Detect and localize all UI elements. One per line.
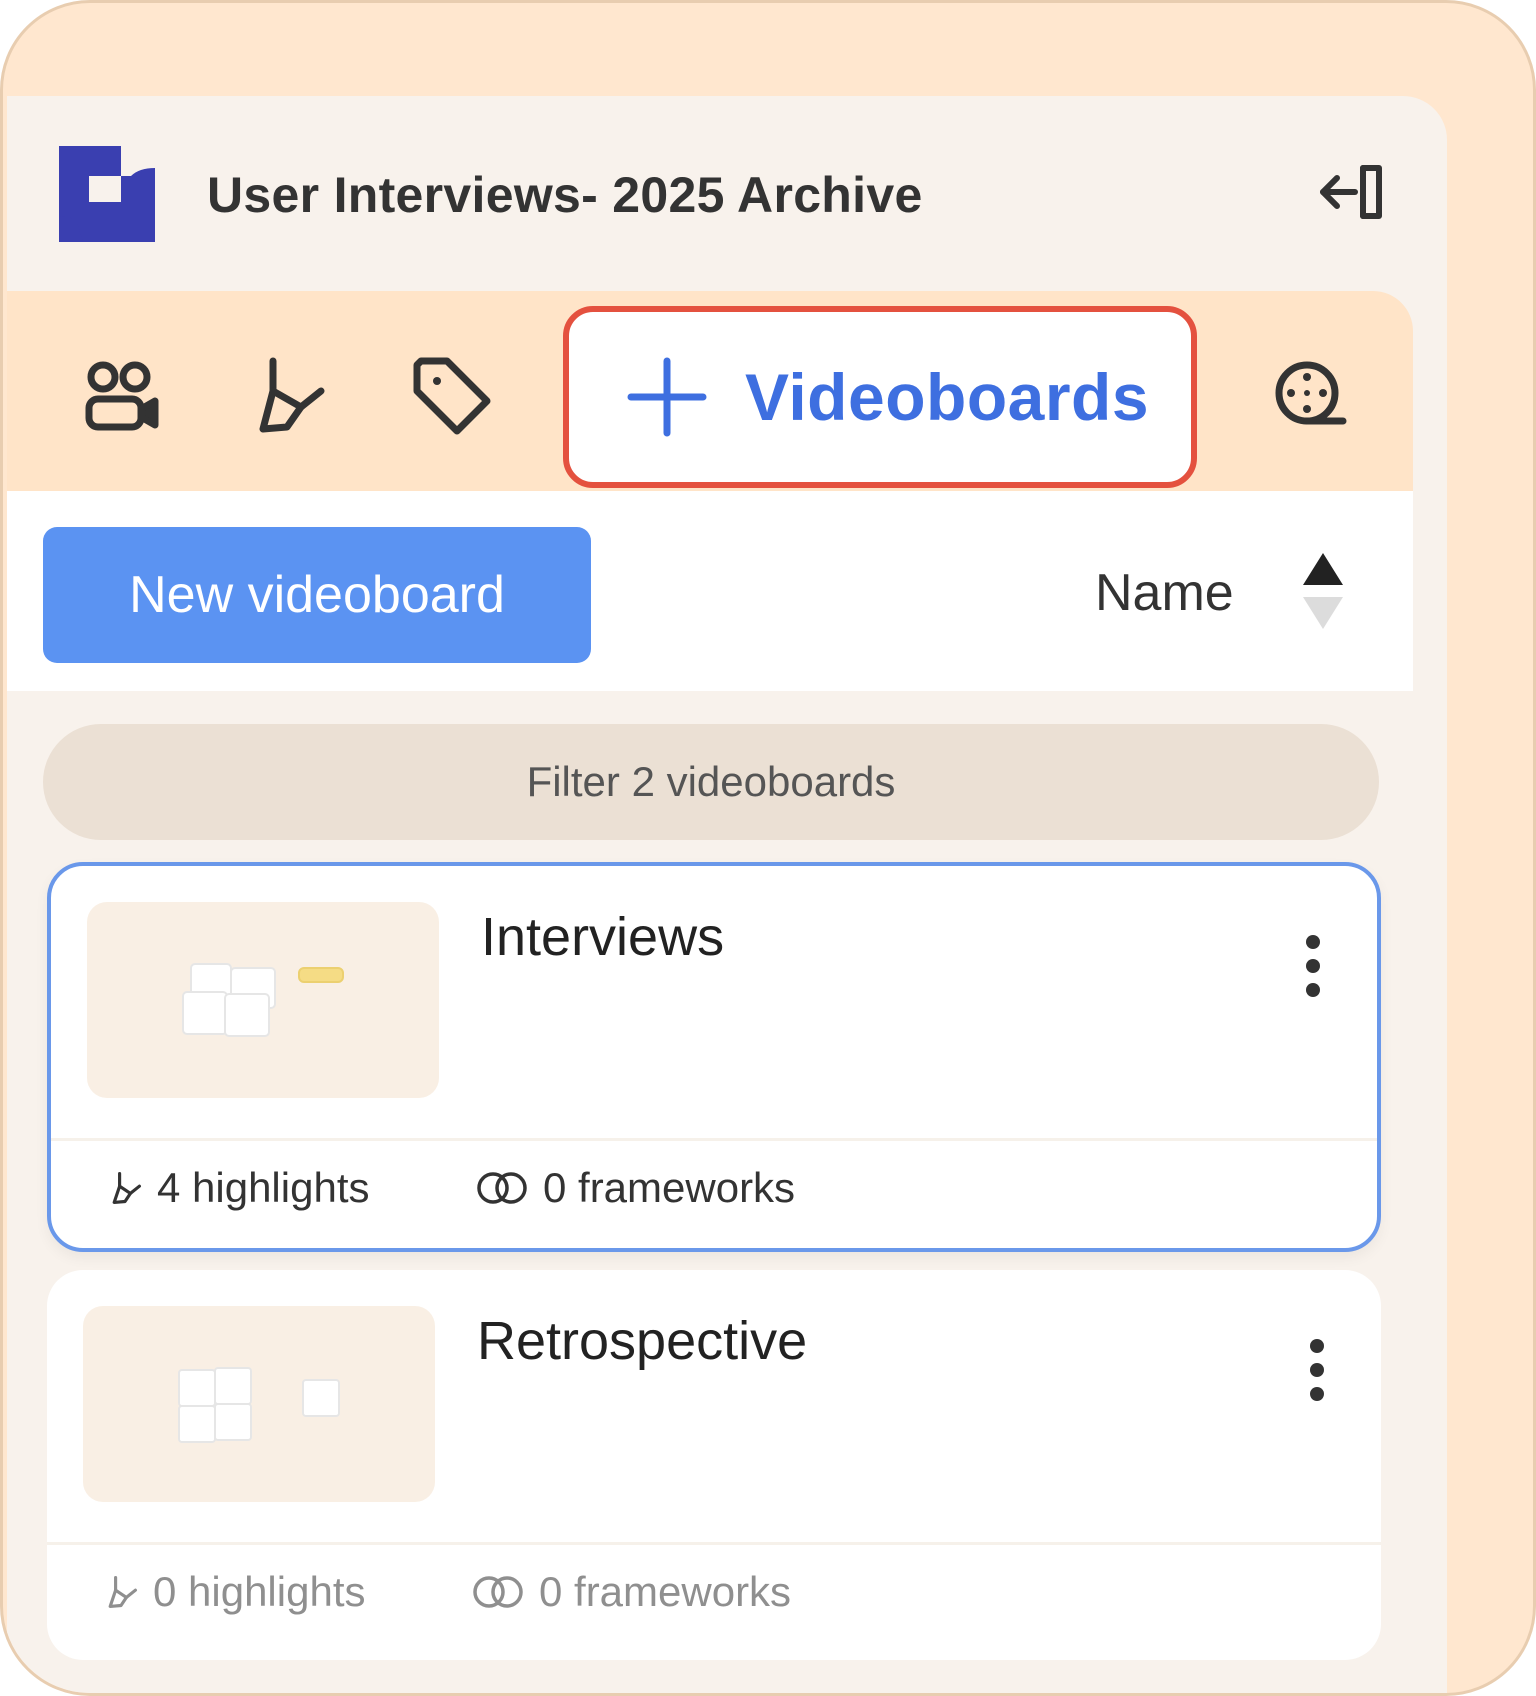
framework-count-text: 0 frameworks — [543, 1164, 796, 1211]
highlight-count: 0 highlights — [103, 1568, 365, 1616]
tab-videoboards-label: Videoboards — [745, 360, 1150, 434]
collapse-sidebar-icon[interactable] — [1317, 160, 1389, 224]
videoboard-card[interactable]: Interviews 4 highlights 0 frameworks — [47, 862, 1381, 1252]
card-divider — [47, 1542, 1381, 1545]
videoboard-thumbnail — [87, 902, 439, 1098]
card-divider — [51, 1138, 1377, 1141]
brand-logo — [59, 146, 155, 242]
videoboard-title[interactable]: Retrospective — [477, 1310, 807, 1372]
framework-count-text: 0 frameworks — [539, 1568, 792, 1615]
videoboard-card[interactable]: Retrospective 0 highlights 0 frameworks — [47, 1270, 1381, 1660]
frameworks-icon — [473, 1576, 523, 1608]
participants-icon[interactable] — [77, 351, 167, 441]
videoboard-title[interactable]: Interviews — [481, 906, 724, 968]
highlighter-icon[interactable] — [243, 351, 333, 441]
highlighter-icon — [108, 1576, 137, 1608]
more-options-icon[interactable] — [1297, 1324, 1337, 1424]
film-reel-icon[interactable] — [1265, 351, 1355, 441]
tag-icon[interactable] — [407, 351, 497, 441]
highlight-count: 4 highlights — [107, 1164, 369, 1212]
sort-label[interactable]: Name — [1095, 563, 1234, 623]
tab-videoboards[interactable]: Videoboards — [563, 306, 1197, 488]
workspace-title: User Interviews- 2025 Archive — [207, 167, 923, 223]
new-videoboard-button[interactable]: New videoboard — [43, 527, 591, 663]
highlight-count-text: 0 highlights — [153, 1568, 366, 1615]
sidebar-panel: User Interviews- 2025 Archive Videoboard… — [7, 96, 1447, 1693]
highlighter-icon — [112, 1172, 141, 1204]
framework-count: 0 frameworks — [475, 1164, 795, 1212]
plus-icon — [627, 357, 707, 437]
filter-input[interactable]: Filter 2 videoboards — [43, 724, 1379, 840]
highlight-count-text: 4 highlights — [157, 1164, 370, 1211]
more-options-icon[interactable] — [1293, 920, 1333, 1020]
videoboard-toolbar: New videoboard Name — [7, 491, 1413, 691]
framework-count: 0 frameworks — [471, 1568, 791, 1616]
videoboard-thumbnail — [83, 1306, 435, 1502]
sort-toggle-icon[interactable] — [1297, 551, 1349, 631]
frameworks-icon — [477, 1172, 527, 1204]
app-frame: User Interviews- 2025 Archive Videoboard… — [0, 0, 1536, 1696]
